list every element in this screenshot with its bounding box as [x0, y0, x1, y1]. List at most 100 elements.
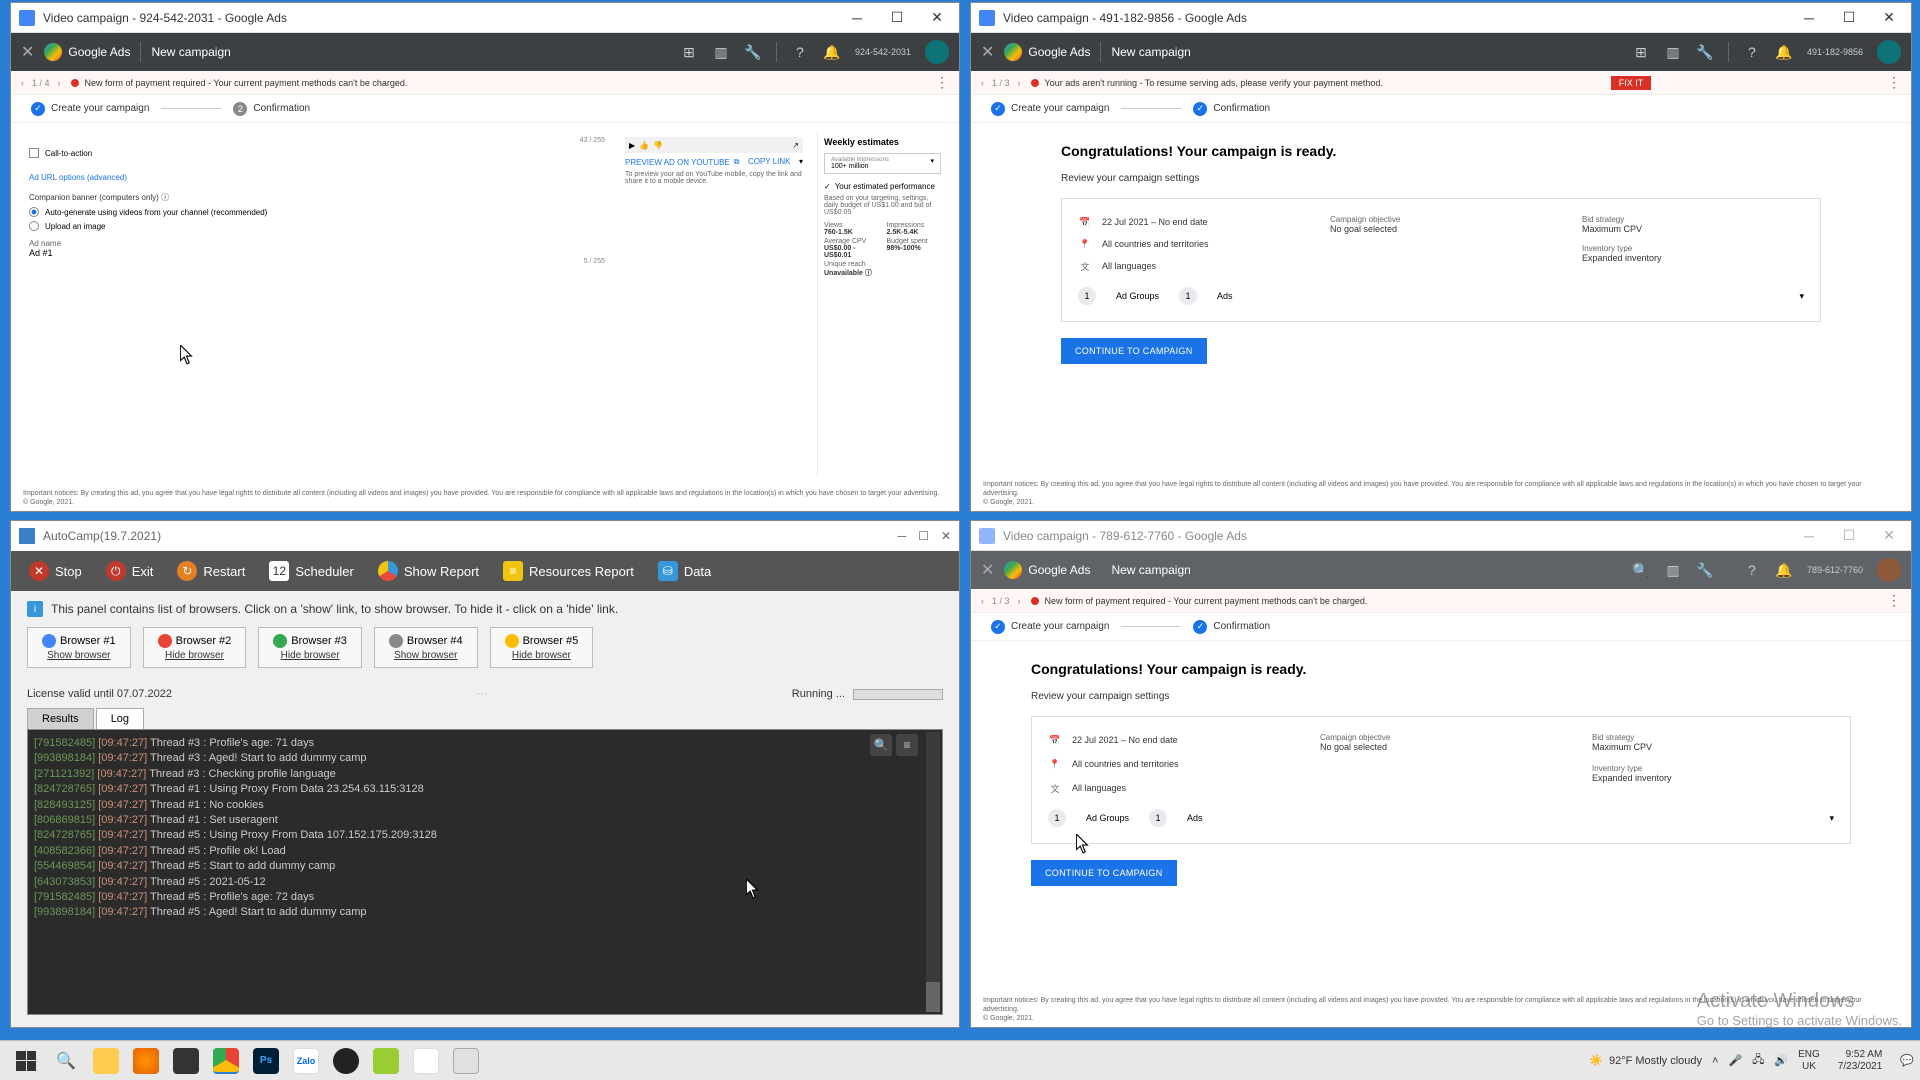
notifications-tray[interactable]: 💬: [1900, 1054, 1914, 1067]
browser-toggle-link[interactable]: Show browser: [389, 650, 463, 661]
avatar[interactable]: [1877, 40, 1901, 64]
preview-desc: To preview your ad on YouTube mobile, co…: [625, 171, 803, 185]
search-icon[interactable]: ⊞: [1632, 43, 1650, 61]
photoshop-icon[interactable]: Ps: [246, 1043, 286, 1079]
close-icon[interactable]: ✕: [981, 42, 994, 62]
next-alert[interactable]: ›: [1018, 78, 1021, 88]
stop-button[interactable]: ✕Stop: [19, 557, 92, 585]
adname-value[interactable]: Ad #1: [29, 248, 605, 258]
help-icon[interactable]: ⓘ: [161, 193, 169, 202]
impressions-dropdown[interactable]: Available impressions100+ million▾: [824, 153, 941, 174]
alert-menu[interactable]: ⋮: [1887, 74, 1901, 91]
ad-url-options-link[interactable]: Ad URL options (advanced): [29, 173, 127, 182]
microphone-icon[interactable]: 🎤: [1728, 1054, 1742, 1067]
avatar[interactable]: [1877, 558, 1901, 582]
browser-toggle-link[interactable]: Hide browser: [505, 650, 579, 661]
search-icon[interactable]: ⊞: [680, 43, 698, 61]
tab-results[interactable]: Results: [27, 708, 94, 729]
prev-alert[interactable]: ‹: [21, 78, 24, 88]
browser-toggle-link[interactable]: Hide browser: [158, 650, 232, 661]
maximize-button[interactable]: ☐: [1835, 526, 1863, 546]
reports-icon[interactable]: ▥: [1664, 561, 1682, 579]
chrome-icon[interactable]: [206, 1043, 246, 1079]
cta-checkbox[interactable]: [29, 148, 39, 158]
notifications-icon[interactable]: 🔔: [823, 43, 841, 61]
ads-icon[interactable]: [406, 1043, 446, 1079]
tools-icon[interactable]: 🔧: [1696, 561, 1714, 579]
adgroups-row[interactable]: 1Ad Groups 1Ads ▾: [1048, 809, 1834, 827]
autocamp-icon[interactable]: [446, 1043, 486, 1079]
firefox-icon[interactable]: [126, 1043, 166, 1079]
help-icon[interactable]: ?: [1743, 43, 1761, 61]
minimize-button[interactable]: ─: [1795, 8, 1823, 28]
log-scrollbar[interactable]: [926, 732, 940, 1012]
notifications-icon[interactable]: 🔔: [1775, 561, 1793, 579]
copy-link[interactable]: COPY LINK: [748, 157, 791, 167]
scheduler-button[interactable]: 12Scheduler: [259, 557, 364, 585]
close-button[interactable]: ✕: [941, 529, 951, 543]
avatar[interactable]: [925, 40, 949, 64]
log-menu-button[interactable]: ≡: [896, 734, 918, 756]
continue-button[interactable]: CONTINUE TO CAMPAIGN: [1031, 860, 1177, 886]
next-alert[interactable]: ›: [1018, 596, 1021, 606]
search-log-button[interactable]: 🔍: [870, 734, 892, 756]
chevron-down-icon[interactable]: ▾: [1829, 813, 1834, 824]
help-icon[interactable]: ?: [1743, 561, 1761, 579]
chevron-down-icon[interactable]: ▾: [799, 157, 803, 167]
preview-link[interactable]: PREVIEW AD ON YOUTUBE ⧉: [625, 157, 739, 167]
chevron-down-icon[interactable]: ▾: [1799, 291, 1804, 302]
browser-toggle-link[interactable]: Show browser: [42, 650, 116, 661]
tools-icon[interactable]: 🔧: [744, 43, 762, 61]
close-button[interactable]: ✕: [1875, 8, 1903, 28]
tools-icon[interactable]: 🔧: [1696, 43, 1714, 61]
minimize-button[interactable]: ─: [843, 8, 871, 28]
notes-icon[interactable]: [166, 1043, 206, 1079]
browser-toggle-link[interactable]: Hide browser: [273, 650, 347, 661]
close-button[interactable]: ✕: [923, 8, 951, 28]
tray-chevron[interactable]: ˄: [1712, 1055, 1718, 1067]
maximize-button[interactable]: ☐: [918, 529, 929, 543]
obs-icon[interactable]: [326, 1043, 366, 1079]
autogen-radio[interactable]: [29, 207, 39, 217]
upload-radio[interactable]: [29, 221, 39, 231]
maximize-button[interactable]: ☐: [1835, 8, 1863, 28]
continue-button[interactable]: CONTINUE TO CAMPAIGN: [1061, 338, 1207, 364]
show-report-button[interactable]: Show Report: [368, 557, 489, 585]
reports-icon[interactable]: ▥: [1664, 43, 1682, 61]
tab-log[interactable]: Log: [96, 708, 144, 729]
prev-alert[interactable]: ‹: [981, 78, 984, 88]
reports-icon[interactable]: ▥: [712, 43, 730, 61]
weather-widget[interactable]: ☀️92°F Mostly cloudy: [1589, 1054, 1702, 1067]
help-icon[interactable]: ?: [791, 43, 809, 61]
zalo-icon[interactable]: Zalo: [286, 1043, 326, 1079]
data-button[interactable]: ⛁Data: [648, 557, 721, 585]
minimize-button[interactable]: ─: [898, 529, 907, 543]
step-dot: ✓: [991, 620, 1005, 634]
cta-label: Call-to-action: [45, 149, 92, 158]
volume-icon[interactable]: 🔊: [1774, 1054, 1788, 1067]
notifications-icon[interactable]: 🔔: [1775, 43, 1793, 61]
clock[interactable]: 9:52 AM7/23/2021: [1830, 1049, 1891, 1073]
inventory-type-value: Expanded inventory: [1582, 253, 1804, 263]
exit-button[interactable]: ⏻Exit: [96, 557, 164, 585]
restart-button[interactable]: ↻Restart: [167, 557, 255, 585]
fixit-button[interactable]: FIX IT: [1611, 76, 1652, 90]
close-icon[interactable]: ✕: [21, 42, 34, 62]
notepad-icon[interactable]: [366, 1043, 406, 1079]
maximize-button[interactable]: ☐: [883, 8, 911, 28]
close-button[interactable]: ✕: [1875, 526, 1903, 546]
search-icon[interactable]: 🔍: [1632, 561, 1650, 579]
explorer-icon[interactable]: [86, 1043, 126, 1079]
start-button[interactable]: [16, 1051, 36, 1071]
prev-alert[interactable]: ‹: [981, 596, 984, 606]
close-icon[interactable]: ✕: [981, 560, 994, 580]
search-button[interactable]: 🔍: [46, 1043, 86, 1079]
next-alert[interactable]: ›: [58, 78, 61, 88]
adgroups-row[interactable]: 1Ad Groups 1Ads ▾: [1078, 287, 1804, 305]
network-icon[interactable]: 🖧: [1752, 1051, 1764, 1070]
alert-menu[interactable]: ⋮: [1887, 592, 1901, 609]
language-indicator[interactable]: ENGUK: [1798, 1049, 1820, 1073]
alert-menu[interactable]: ⋮: [935, 74, 949, 91]
resources-report-button[interactable]: ≡Resources Report: [493, 557, 644, 585]
minimize-button[interactable]: ─: [1795, 526, 1823, 546]
